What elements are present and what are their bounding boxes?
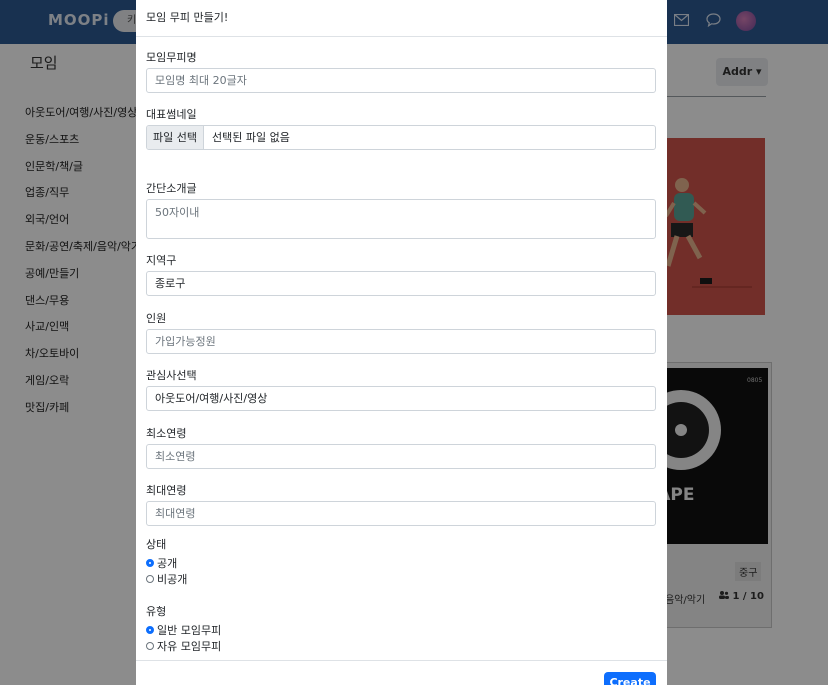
create-button[interactable]: Create bbox=[604, 672, 656, 685]
members-label: 인원 bbox=[146, 312, 167, 325]
interest-group: 관심사선택 아웃도어/여행/사진/영상 bbox=[146, 367, 657, 425]
name-group: 모임무피명 모임명 최대 20글자 bbox=[146, 49, 657, 101]
type-normal-label: 일반 모임무피 bbox=[157, 624, 222, 637]
name-input[interactable]: 모임명 최대 20글자 bbox=[146, 68, 656, 93]
members-group: 인원 가입가능정원 bbox=[146, 310, 657, 367]
status-private-option[interactable]: 비공개 bbox=[146, 571, 657, 587]
status-public-radio[interactable] bbox=[146, 559, 154, 567]
file-status: 선택된 파일 없음 bbox=[212, 131, 290, 144]
type-free-option[interactable]: 자유 모임무피 bbox=[146, 638, 657, 654]
min-age-label: 최소연령 bbox=[146, 427, 187, 440]
type-group: 유형 일반 모임무피 자유 모임무피 bbox=[146, 603, 657, 654]
modal-header: 모임 무피 만들기! bbox=[136, 0, 667, 37]
modal-body: 모임무피명 모임명 최대 20글자 대표썸네일 파일 선택 선택된 파일 없음 … bbox=[136, 37, 667, 654]
status-private-radio[interactable] bbox=[146, 575, 154, 583]
interest-select[interactable]: 아웃도어/여행/사진/영상 bbox=[146, 386, 656, 411]
type-free-radio[interactable] bbox=[146, 642, 154, 650]
intro-group: 간단소개글 50자이내 bbox=[146, 180, 657, 252]
min-age-group: 최소연령 최소연령 bbox=[146, 425, 657, 482]
region-select[interactable]: 종로구 bbox=[146, 271, 656, 296]
members-input[interactable]: 가입가능정원 bbox=[146, 329, 656, 354]
region-label: 지역구 bbox=[146, 254, 177, 267]
thumbnail-group: 대표썸네일 파일 선택 선택된 파일 없음 bbox=[146, 106, 657, 179]
max-age-label: 최대연령 bbox=[146, 484, 187, 497]
type-label: 유형 bbox=[146, 605, 167, 618]
max-age-group: 최대연령 최대연령 bbox=[146, 482, 657, 533]
type-normal-radio[interactable] bbox=[146, 626, 154, 634]
status-group: 상태 공개 비공개 bbox=[146, 533, 657, 603]
file-input[interactable]: 파일 선택 선택된 파일 없음 bbox=[146, 125, 656, 150]
type-normal-option[interactable]: 일반 모임무피 bbox=[146, 622, 657, 638]
status-public-label: 공개 bbox=[157, 557, 178, 570]
file-select-button[interactable]: 파일 선택 bbox=[147, 126, 204, 149]
intro-label: 간단소개글 bbox=[146, 182, 197, 195]
modal-title: 모임 무피 만들기! bbox=[146, 11, 229, 24]
name-label: 모임무피명 bbox=[146, 51, 197, 64]
type-free-label: 자유 모임무피 bbox=[157, 640, 222, 653]
min-age-input[interactable]: 최소연령 bbox=[146, 444, 656, 469]
status-label: 상태 bbox=[146, 538, 167, 551]
create-group-modal: 모임 무피 만들기! 모임무피명 모임명 최대 20글자 대표썸네일 파일 선택… bbox=[136, 0, 667, 685]
thumbnail-label: 대표썸네일 bbox=[146, 108, 197, 121]
status-public-option[interactable]: 공개 bbox=[146, 555, 657, 571]
interest-label: 관심사선택 bbox=[146, 369, 197, 382]
modal-footer: Create bbox=[136, 660, 667, 685]
status-private-label: 비공개 bbox=[157, 573, 188, 586]
region-group: 지역구 종로구 bbox=[146, 252, 657, 310]
max-age-input[interactable]: 최대연령 bbox=[146, 501, 656, 526]
intro-textarea[interactable]: 50자이내 bbox=[146, 199, 656, 239]
